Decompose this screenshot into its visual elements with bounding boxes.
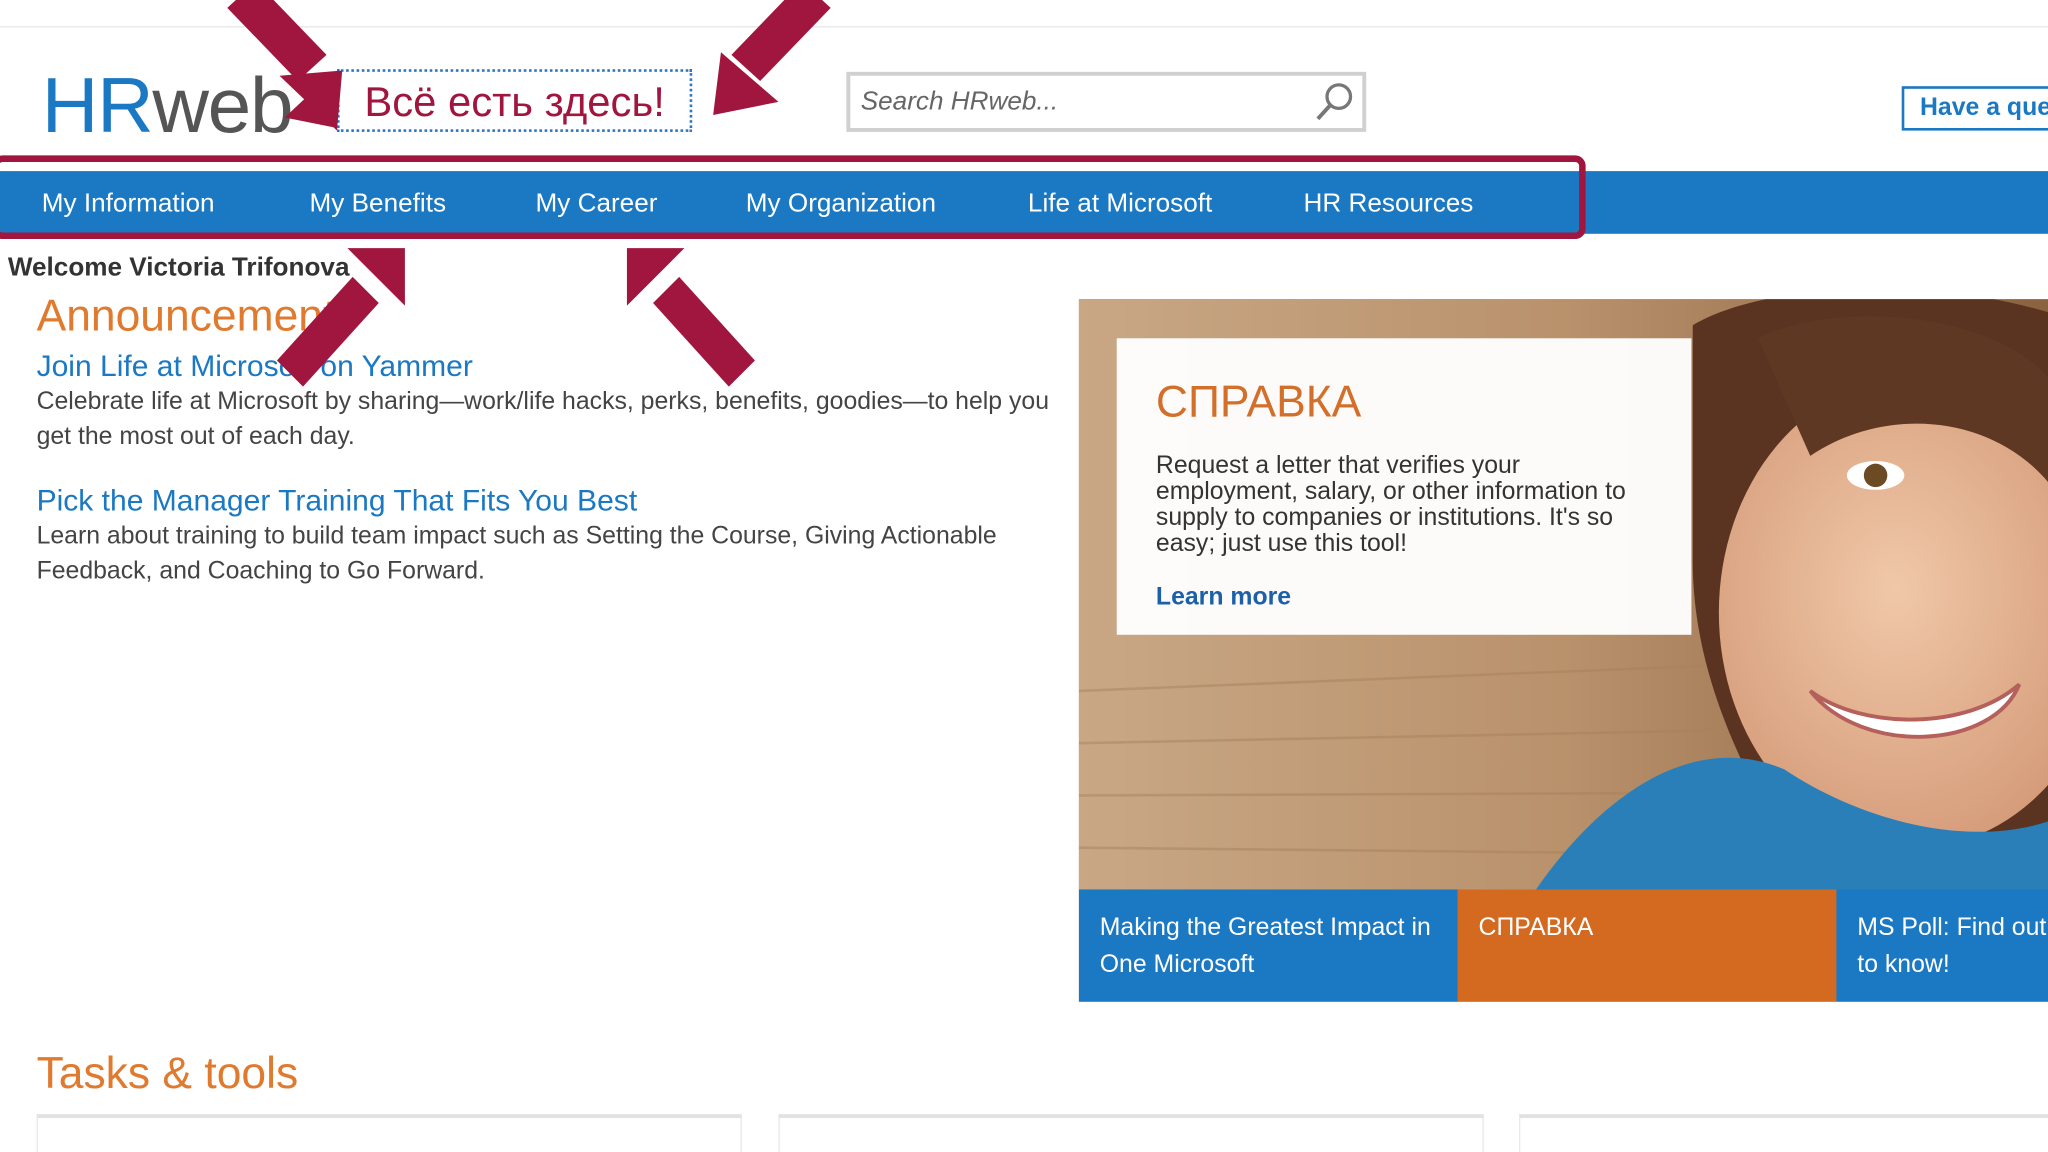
hrweb-logo[interactable]: HRweb bbox=[41, 60, 294, 151]
announcements-heading: Announcements bbox=[36, 291, 358, 341]
task-card[interactable] bbox=[1519, 1114, 2048, 1152]
carousel-tile-ms-poll[interactable]: MS Poll: Find out to know! bbox=[1836, 889, 2048, 1002]
tagline-callout: Всё есть здесь! bbox=[336, 69, 693, 132]
promo-card-title: СПРАВКА bbox=[1155, 377, 1362, 428]
carousel-tile-spravka[interactable]: СПРАВКА bbox=[1457, 889, 1837, 1002]
tasks-tools-heading: Tasks & tools bbox=[36, 1048, 299, 1099]
hero-carousel: СПРАВКА Request a letter that verifies y… bbox=[1078, 299, 2048, 1002]
announcement-text-manager-training: Learn about training to build team impac… bbox=[36, 522, 997, 586]
task-card[interactable] bbox=[778, 1114, 1484, 1152]
search-input[interactable]: Search HRweb... bbox=[861, 76, 1058, 128]
arrow-pointing-to-nav-right bbox=[626, 248, 755, 387]
task-card[interactable] bbox=[36, 1114, 742, 1152]
learn-more-link[interactable]: Learn more bbox=[1156, 584, 1652, 613]
announcement-link-yammer[interactable]: Join Life at Microsoft on Yammer bbox=[37, 346, 473, 385]
announcement-text-yammer: Celebrate life at Microsoft by sharing—w… bbox=[36, 387, 1050, 451]
welcome-message: Welcome Victoria Trifonova bbox=[7, 253, 350, 283]
search-box[interactable]: Search HRweb... bbox=[846, 71, 1367, 132]
arrow-pointing-to-tagline bbox=[713, 0, 831, 115]
nav-highlight-frame bbox=[0, 155, 1586, 240]
top-divider bbox=[0, 26, 2048, 28]
ms-poll-label: MS Poll: Find out to know! bbox=[1857, 914, 2047, 979]
search-icon[interactable] bbox=[1313, 80, 1357, 124]
hrweb-page: HRweb Всё есть здесь! Search HRweb... Ha… bbox=[0, 0, 2048, 1152]
carousel-tile-greatest-impact[interactable]: Making the Greatest Impact in One Micros… bbox=[1078, 889, 1458, 1002]
promo-card-text: Request a letter that verifies your empl… bbox=[1155, 451, 1626, 558]
logo-hr-text: HR bbox=[41, 61, 154, 149]
announcement-link-manager-training[interactable]: Pick the Manager Training That Fits You … bbox=[37, 481, 638, 520]
promo-card: СПРАВКА Request a letter that verifies y… bbox=[1116, 338, 1692, 635]
logo-web-text: web bbox=[152, 61, 293, 149]
have-a-question-button[interactable]: Have a que bbox=[1901, 86, 2048, 131]
